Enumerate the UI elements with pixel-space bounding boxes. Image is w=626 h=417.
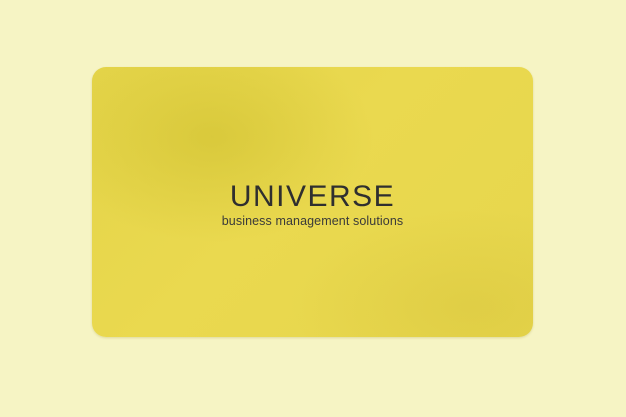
business-card: UNIVERSE business management solutions <box>92 67 533 337</box>
brand-tagline: business management solutions <box>221 214 404 228</box>
brand-name: UNIVERSE <box>229 180 396 213</box>
logo-lockup: UNIVERSE business management solutions <box>92 180 533 229</box>
